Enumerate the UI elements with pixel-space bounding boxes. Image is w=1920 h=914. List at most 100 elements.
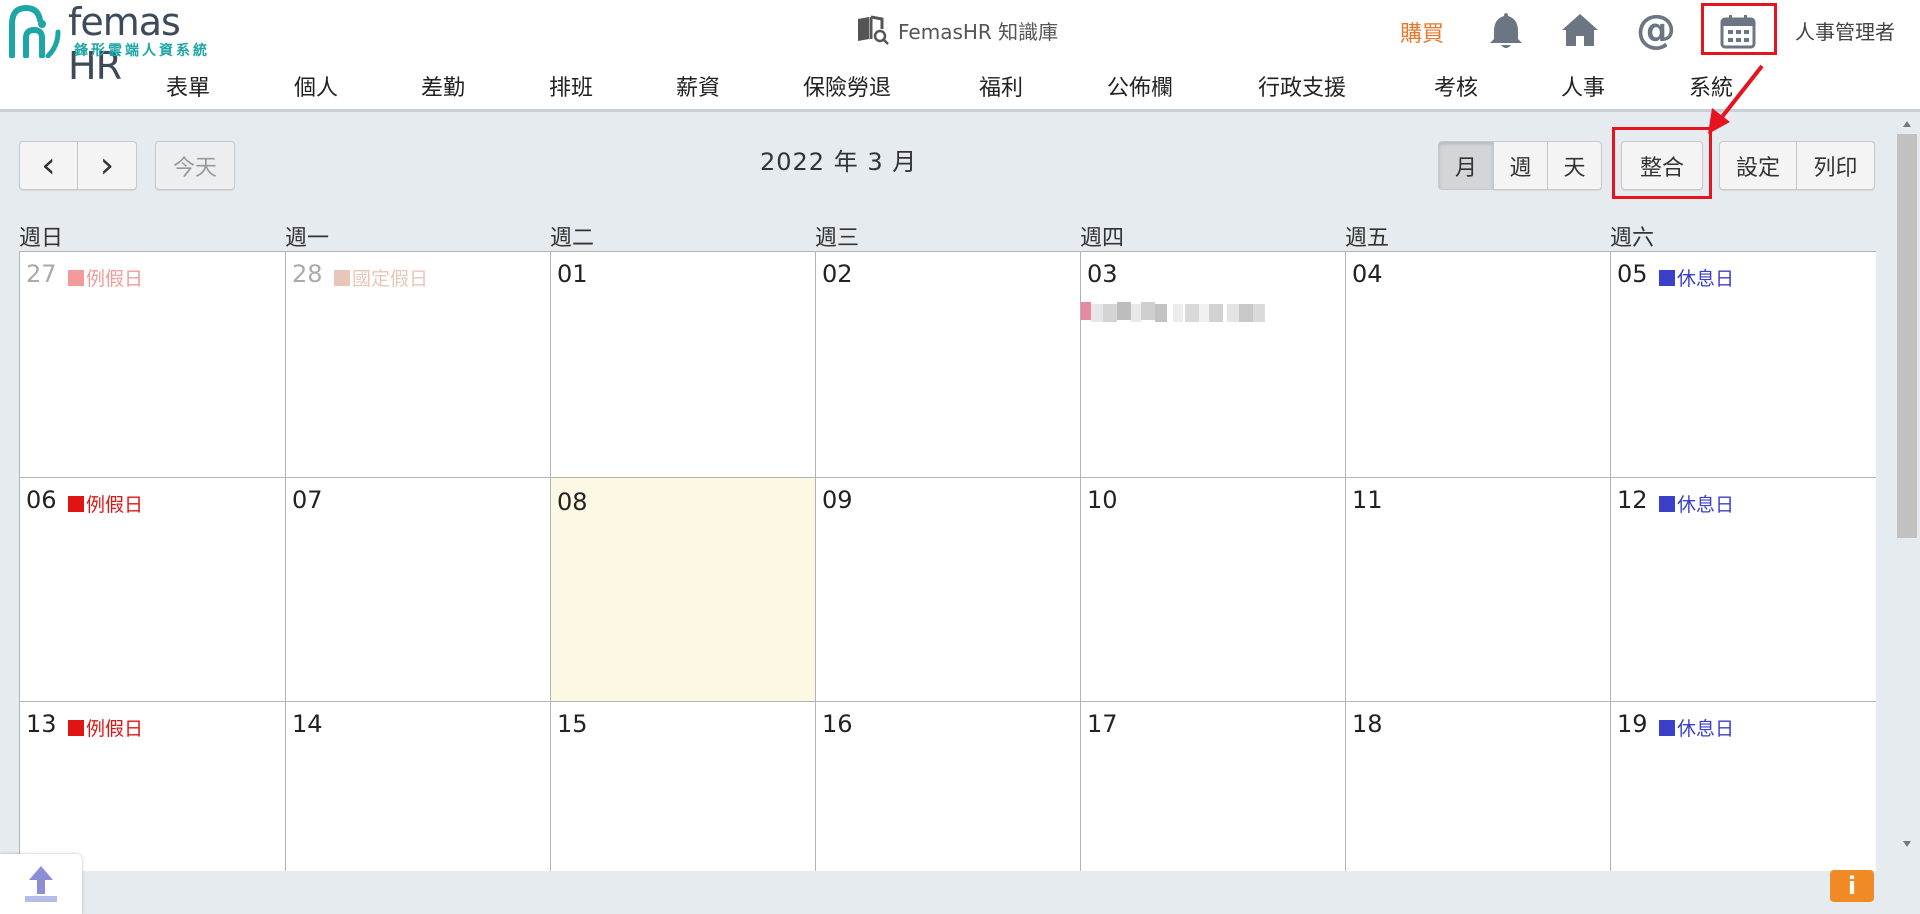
day-cell[interactable]: 19 休息日 [1611, 702, 1876, 871]
notification-button[interactable] [1484, 8, 1528, 52]
day-cell[interactable]: 04 [1346, 252, 1611, 478]
day-number: 09 [822, 486, 853, 514]
day-cell[interactable]: 03 [1081, 252, 1346, 478]
event-label: 例假日 [86, 494, 144, 516]
page-scrollbar[interactable] [1894, 116, 1920, 854]
logo-subtitle: 鋒形雲端人資系統 [74, 43, 210, 59]
calendar-event[interactable]: 例假日 [68, 714, 143, 741]
weekday-mon: 週一 [285, 226, 330, 251]
redacted-event[interactable] [1081, 300, 1271, 322]
settings-button[interactable]: 設定 [1719, 141, 1797, 190]
day-cell[interactable]: 27 例假日 [20, 252, 286, 478]
event-label: 國定假日 [352, 268, 429, 290]
view-day-button[interactable]: 天 [1548, 141, 1602, 190]
bell-icon [1490, 13, 1522, 48]
redaction-block [1227, 304, 1239, 322]
calendar-event[interactable]: 休息日 [1659, 264, 1734, 291]
day-cell[interactable]: 01 [551, 252, 816, 478]
calendar-event[interactable]: 國定假日 [334, 264, 428, 291]
nav-item-personal[interactable]: 個人 [294, 70, 338, 102]
book-search-icon [858, 15, 889, 45]
day-cell[interactable]: 11 [1346, 478, 1611, 702]
day-cell[interactable]: 15 [551, 702, 816, 871]
view-month-button[interactable]: 月 [1438, 141, 1494, 190]
nav-item-form[interactable]: 表單 [166, 70, 210, 102]
day-cell[interactable]: 28 國定假日 [286, 252, 551, 478]
event-color-swatch [1659, 495, 1675, 512]
day-number: 04 [1352, 260, 1383, 288]
redaction-block [1103, 304, 1117, 322]
day-cell[interactable]: 02 [816, 252, 1081, 478]
top-header: femas HR 鋒形雲端人資系統 FemasHR 知識庫 購買 @ 人事管理者… [0, 0, 1920, 112]
day-number: 15 [557, 710, 588, 738]
main-nav: 表單 個人 差勤 排班 薪資 保險勞退 福利 公佈欄 行政支援 考核 人事 系統 [0, 66, 1920, 106]
event-color-swatch [334, 269, 350, 286]
day-number: 28 [292, 260, 323, 288]
day-number: 16 [822, 710, 853, 738]
calendar-highlight-box [1701, 3, 1777, 55]
scroll-thumb[interactable] [1897, 134, 1917, 538]
home-button[interactable] [1558, 8, 1602, 52]
day-cell[interactable]: 07 [286, 478, 551, 702]
calendar-event[interactable]: 例假日 [68, 264, 143, 291]
nav-item-evaluation[interactable]: 考核 [1434, 70, 1478, 102]
scroll-up-icon [1903, 121, 1911, 127]
day-number: 10 [1087, 486, 1118, 514]
nav-item-welfare[interactable]: 福利 [979, 70, 1023, 102]
view-week-button[interactable]: 週 [1494, 141, 1548, 190]
day-cell[interactable]: 14 [286, 702, 551, 871]
nav-item-attendance[interactable]: 差勤 [421, 70, 465, 102]
weekday-header: 週日 週一 週二 週三 週四 週五 週六 [19, 218, 1876, 252]
redaction-block [1199, 304, 1209, 322]
weekday-sat: 週六 [1610, 226, 1655, 251]
print-button[interactable]: 列印 [1797, 141, 1875, 190]
event-label: 休息日 [1677, 268, 1735, 290]
day-number: 07 [292, 486, 323, 514]
knowledge-base-label: FemasHR 知識庫 [898, 19, 1059, 44]
event-label: 休息日 [1677, 718, 1735, 740]
info-button[interactable]: i [1830, 870, 1874, 902]
mention-button[interactable]: @ [1634, 7, 1678, 53]
day-cell[interactable]: 18 [1346, 702, 1611, 871]
nav-item-admin-support[interactable]: 行政支援 [1258, 70, 1346, 102]
event-color-swatch [68, 269, 84, 286]
day-cell[interactable]: 09 [816, 478, 1081, 702]
today-button[interactable]: 今天 [155, 141, 235, 190]
nav-item-bulletin[interactable]: 公佈欄 [1107, 70, 1173, 102]
upload-arrow-icon [25, 866, 57, 902]
event-label: 例假日 [86, 718, 144, 740]
calendar-event[interactable]: 休息日 [1659, 714, 1734, 741]
knowledge-base-link[interactable]: FemasHR 知識庫 [856, 12, 1058, 48]
nav-item-scheduling[interactable]: 排班 [549, 70, 593, 102]
buy-link[interactable]: 購買 [1400, 16, 1444, 48]
event-label: 例假日 [86, 268, 144, 290]
day-number: 19 [1617, 710, 1648, 738]
day-cell[interactable]: 08 [551, 478, 816, 702]
day-cell[interactable]: 05 休息日 [1611, 252, 1876, 478]
nav-item-payroll[interactable]: 薪資 [676, 70, 720, 102]
weekday-wed: 週三 [815, 226, 860, 251]
day-number: 27 [26, 260, 57, 288]
arrow-annotation-icon [1708, 64, 1764, 134]
day-number: 05 [1617, 260, 1648, 288]
user-name[interactable]: 人事管理者 [1795, 16, 1895, 45]
day-number: 02 [822, 260, 853, 288]
femas-logo[interactable]: femas HR 鋒形雲端人資系統 [0, 0, 230, 88]
scroll-down-icon [1903, 841, 1911, 847]
calendar-event[interactable]: 休息日 [1659, 490, 1734, 517]
day-cell[interactable]: 13 例假日 [20, 702, 286, 871]
scroll-to-top-button[interactable] [0, 854, 82, 914]
prev-month-button[interactable]: ‹ [19, 141, 78, 190]
day-cell[interactable]: 12 休息日 [1611, 478, 1876, 702]
day-number: 03 [1087, 260, 1118, 288]
day-cell[interactable]: 06 例假日 [20, 478, 286, 702]
nav-item-hr[interactable]: 人事 [1561, 70, 1605, 102]
calendar-event[interactable]: 例假日 [68, 490, 143, 517]
day-cell[interactable]: 17 [1081, 702, 1346, 871]
nav-item-insurance[interactable]: 保險勞退 [803, 70, 891, 102]
day-cell[interactable]: 10 [1081, 478, 1346, 702]
next-month-button[interactable]: › [78, 141, 137, 190]
event-color-swatch [68, 719, 84, 736]
day-number: 01 [557, 260, 588, 288]
day-cell[interactable]: 16 [816, 702, 1081, 871]
